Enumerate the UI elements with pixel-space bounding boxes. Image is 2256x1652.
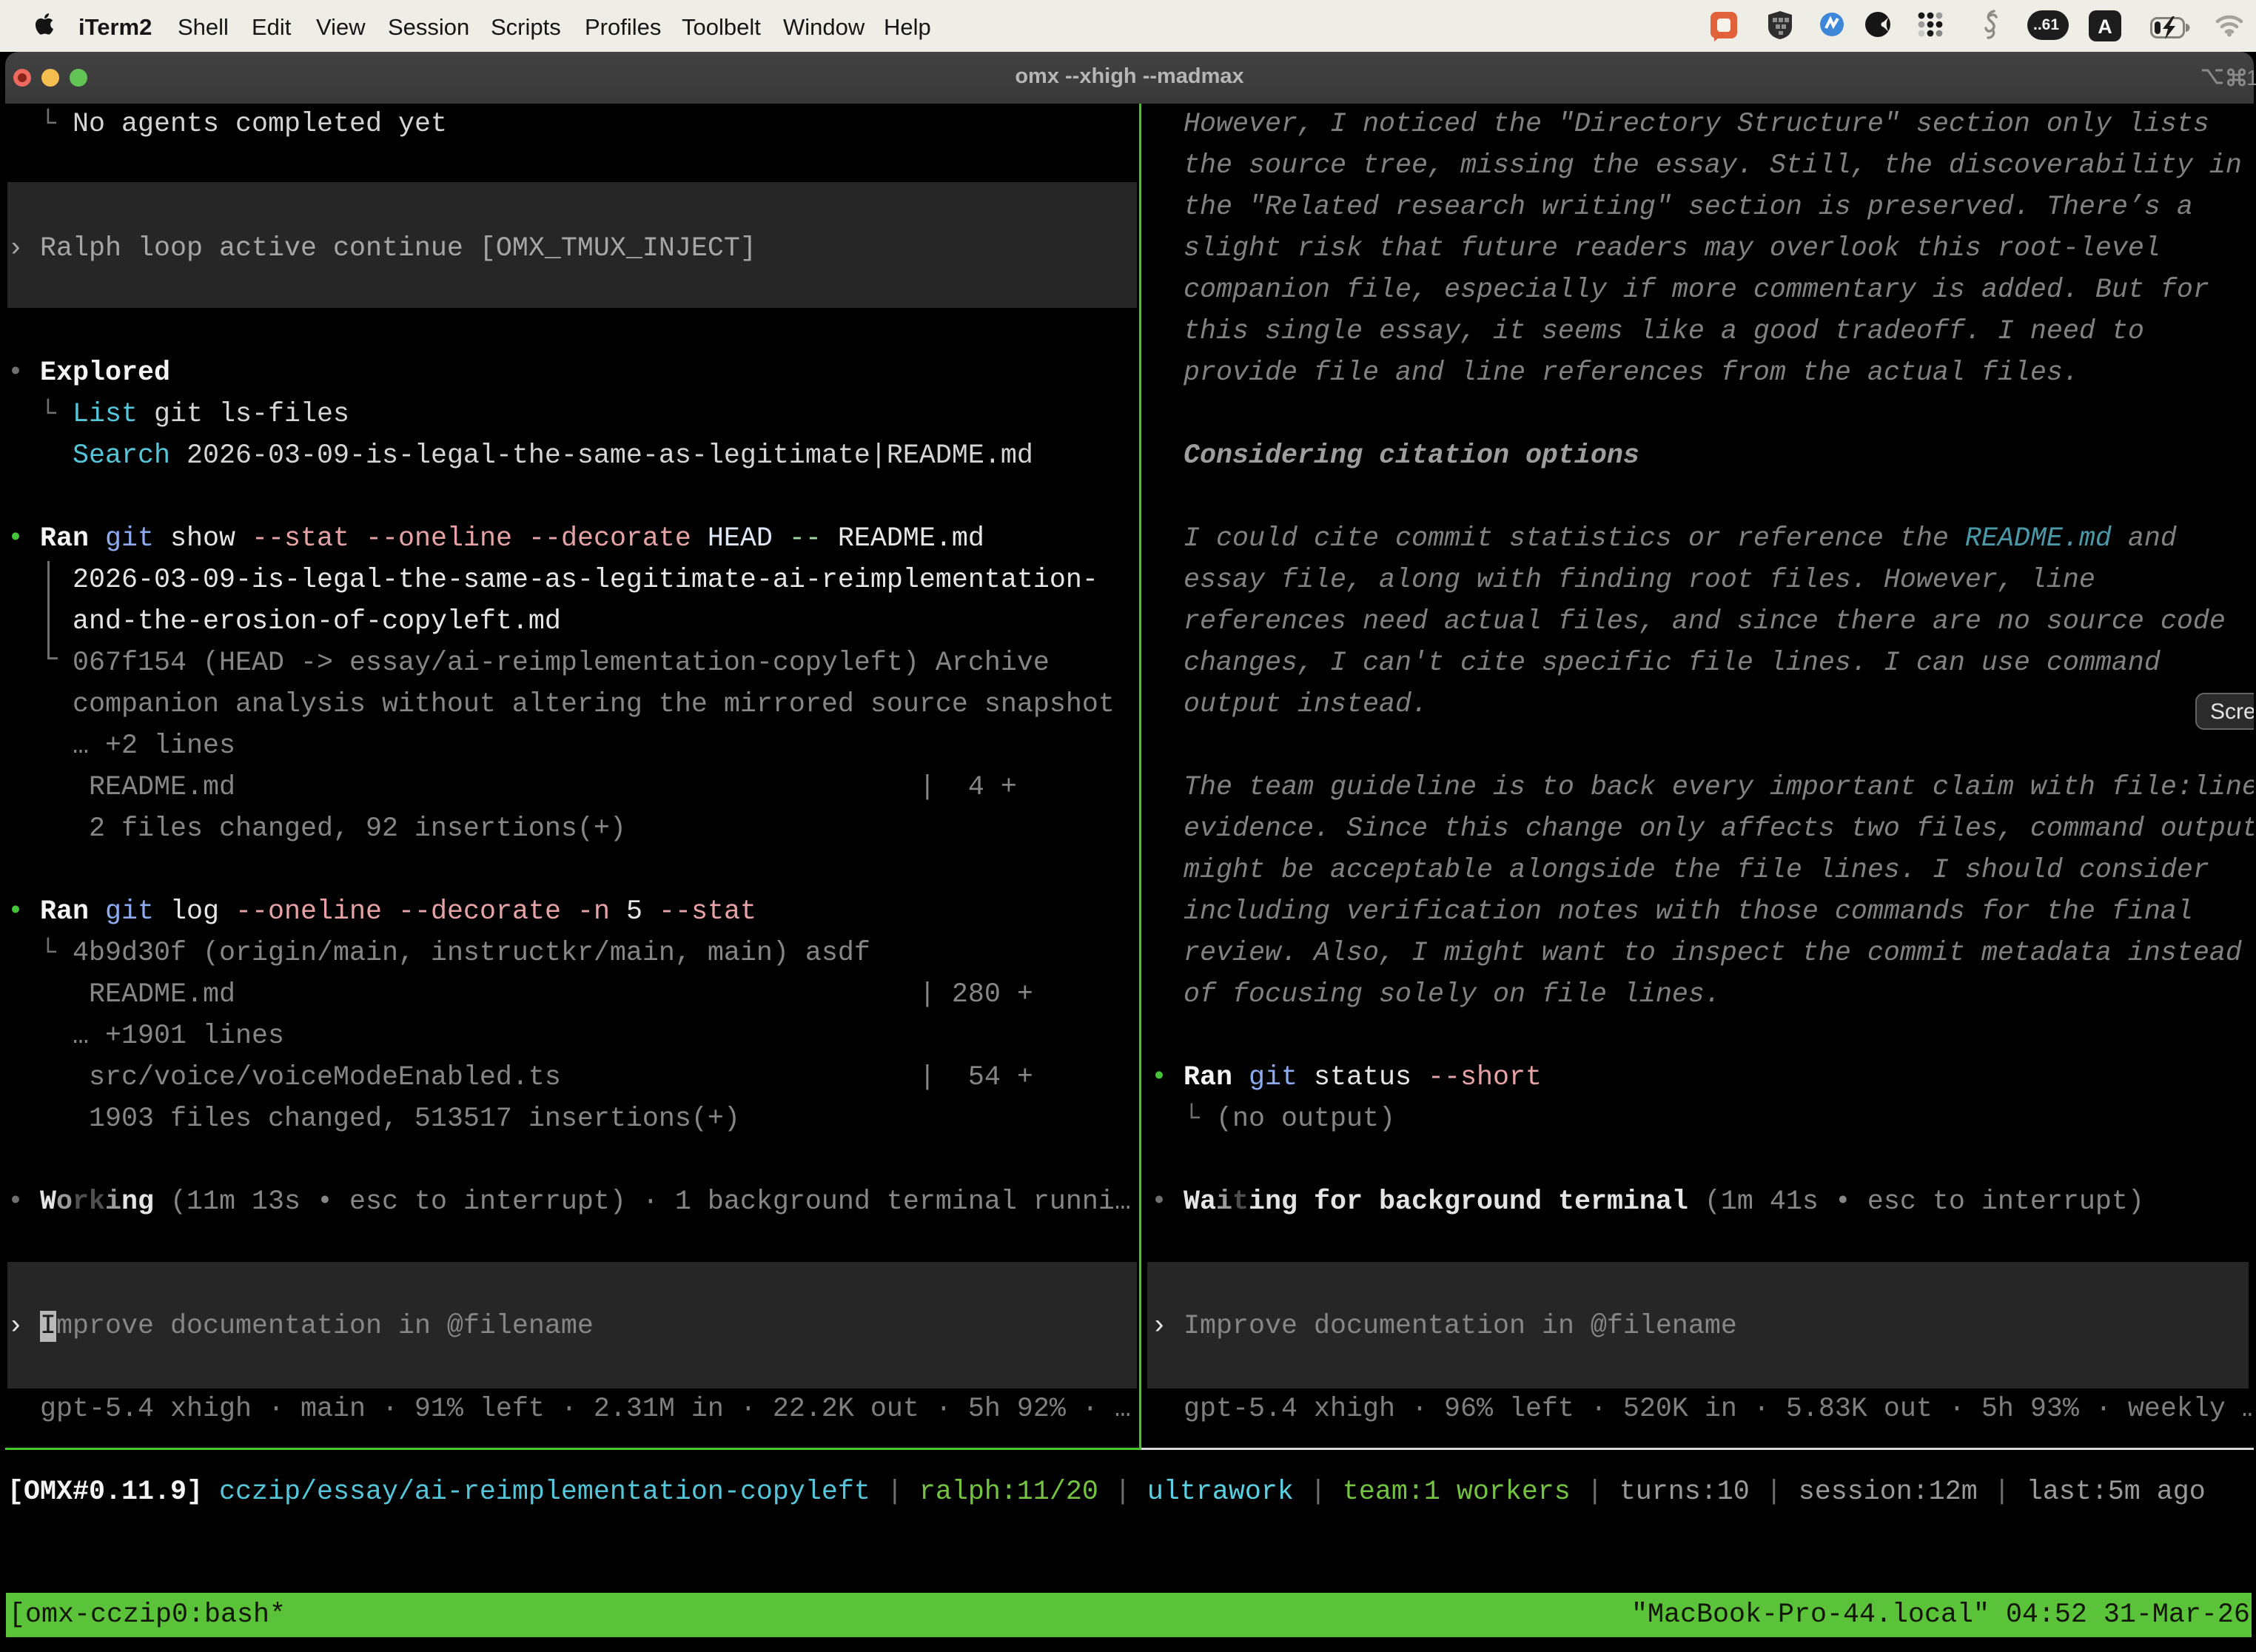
svg-text:1: 1 (2246, 67, 2256, 90)
